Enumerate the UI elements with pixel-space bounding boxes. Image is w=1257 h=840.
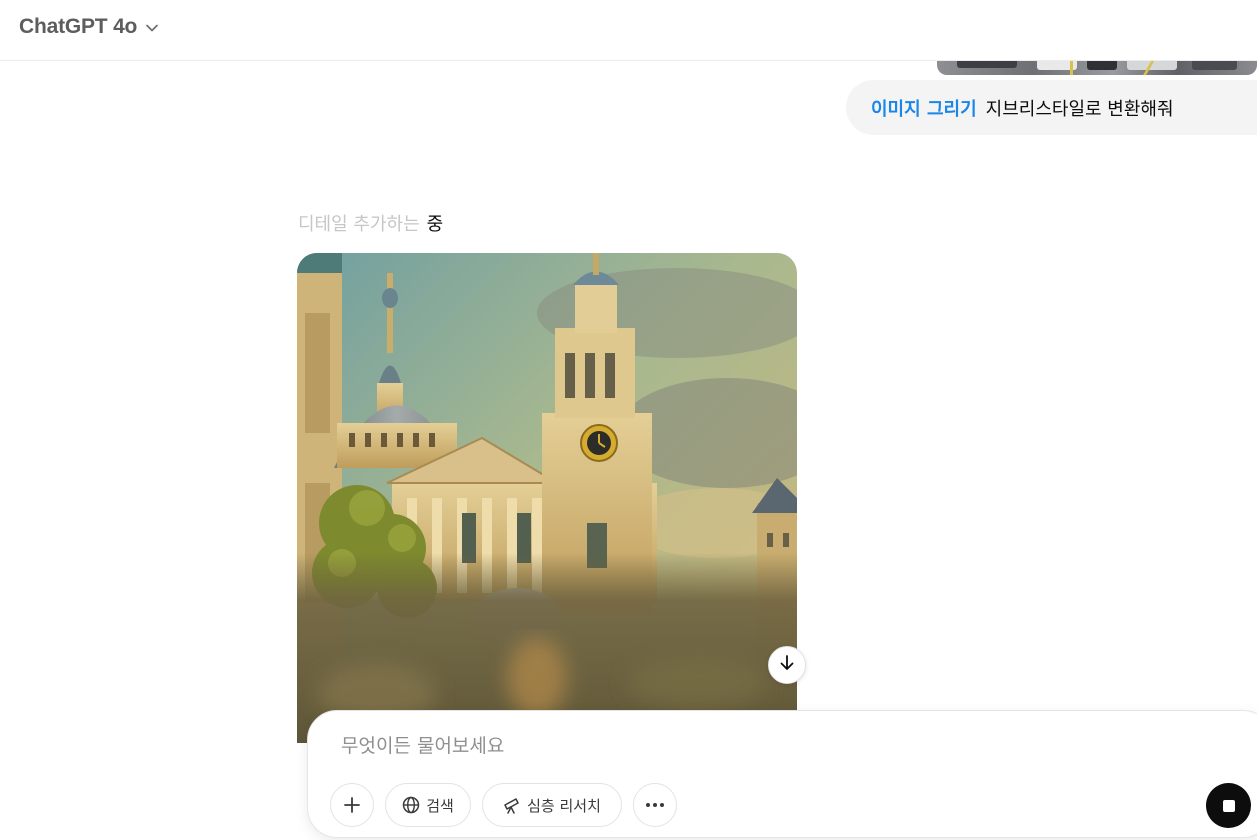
more-horizontal-icon xyxy=(645,802,665,808)
stop-generating-button[interactable] xyxy=(1206,783,1251,828)
status-text-strong: 중 xyxy=(426,214,444,235)
globe-icon xyxy=(402,796,420,814)
user-message-bubble: 이미지 그리기 지브리스타일로 변환해줘 xyxy=(846,80,1257,135)
stop-icon xyxy=(1222,799,1235,812)
generation-status: 디테일 추가하는 중 xyxy=(298,210,443,236)
deep-research-label: 심층 리서치 xyxy=(527,796,601,815)
search-label: 검색 xyxy=(426,796,454,815)
image-tool-tag[interactable]: 이미지 그리기 xyxy=(871,95,977,121)
arrow-down-icon xyxy=(778,654,796,676)
model-name: ChatGPT 4o xyxy=(19,15,138,38)
user-message-text: 지브리스타일로 변환해줘 xyxy=(985,98,1174,120)
telescope-icon xyxy=(503,796,521,814)
deep-research-button[interactable]: 심층 리서치 xyxy=(482,783,622,827)
status-text-faint: 디테일 추가하는 xyxy=(298,214,420,235)
prompt-input[interactable] xyxy=(341,729,1191,763)
top-bar: ChatGPT 4o xyxy=(0,0,1257,61)
chevron-down-icon xyxy=(145,20,159,34)
more-tools-button[interactable] xyxy=(633,783,677,827)
search-button[interactable]: 검색 xyxy=(385,783,471,827)
model-selector[interactable]: ChatGPT 4o xyxy=(19,12,159,42)
add-attachment-button[interactable] xyxy=(330,783,374,827)
generated-image[interactable] xyxy=(297,253,797,743)
message-composer: 검색 심층 리서치 xyxy=(307,710,1257,838)
plus-icon xyxy=(343,796,361,814)
scroll-to-bottom-button[interactable] xyxy=(768,646,806,684)
